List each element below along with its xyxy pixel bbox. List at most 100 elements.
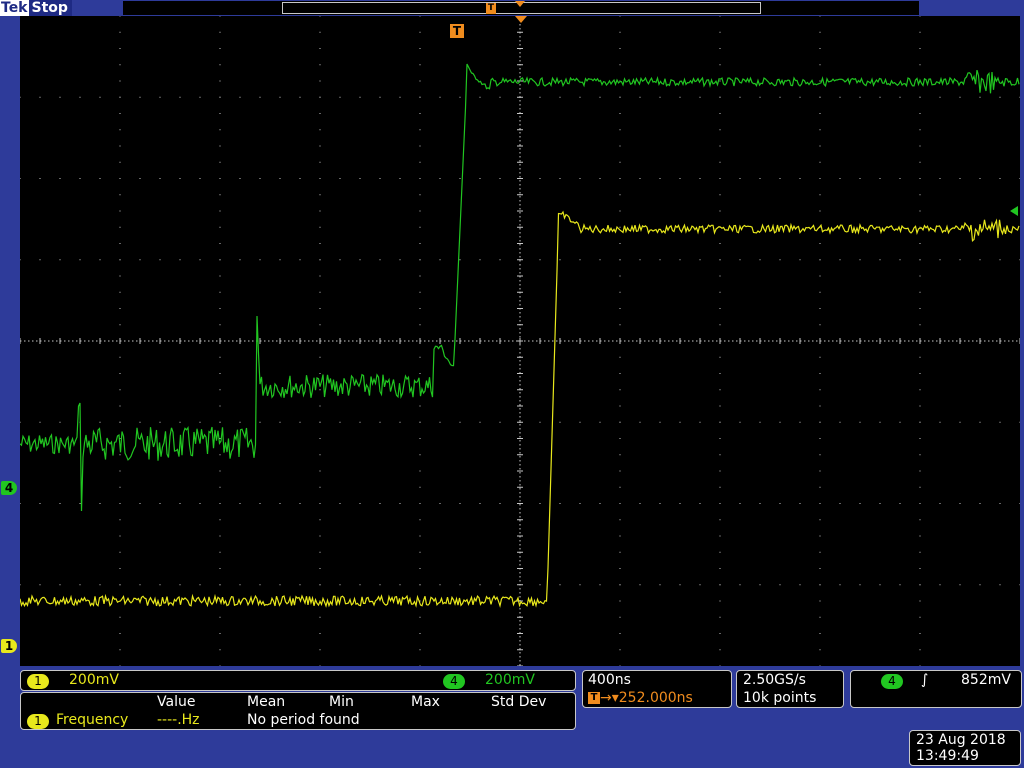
center-axis-dot: [519, 456, 521, 458]
graticule-dot: [879, 178, 881, 179]
graticule-dot: [399, 259, 401, 261]
graticule-dot: [99, 503, 101, 504]
center-axis-dot: [876, 340, 878, 342]
graticule-dot: [719, 291, 721, 293]
meas-name[interactable]: Frequency: [56, 712, 128, 728]
graticule-dot: [319, 226, 321, 228]
center-axis-dot: [352, 340, 354, 342]
graticule-dot: [899, 178, 901, 179]
graticule-dot: [39, 584, 41, 586]
graticule-dot: [119, 64, 121, 66]
center-axis-dot: [864, 340, 866, 342]
center-axis-dot: [519, 68, 521, 70]
acquisition-panel[interactable]: 2.50GS/s 10k points: [736, 670, 844, 708]
graticule-dot: [419, 324, 421, 326]
graticule-dot: [919, 373, 921, 374]
center-axis-dot: [519, 176, 521, 178]
graticule-dot: [919, 519, 921, 521]
horizontal-position[interactable]: T →▾252.000ns: [588, 690, 693, 706]
graticule-dot: [759, 259, 761, 261]
center-axis-dot: [519, 336, 521, 338]
center-axis-dot: [668, 340, 670, 342]
graticule-dot: [539, 178, 541, 179]
ch4-ground-marker[interactable]: 4: [1, 481, 17, 495]
graticule-dot: [39, 178, 41, 179]
graticule-dot: [879, 584, 881, 586]
graticule-dot: [919, 438, 921, 439]
graticule-dot: [719, 210, 721, 212]
graticule-dot: [39, 421, 41, 423]
graticule-dot: [579, 503, 581, 504]
graticule-dot: [219, 649, 221, 651]
ch1-ground-marker[interactable]: 1: [1, 639, 17, 653]
graticule-dot: [619, 551, 621, 553]
graticule-dot: [919, 291, 921, 293]
graticule-dot: [599, 421, 601, 423]
trigger-level[interactable]: 852mV: [961, 672, 1011, 688]
trigger-source-badge[interactable]: 4: [881, 674, 903, 689]
graticule-dot: [59, 96, 61, 98]
graticule-dot: [719, 568, 721, 569]
graticule-dot: [619, 503, 621, 504]
graticule-dot: [619, 145, 621, 147]
center-axis-dot: [52, 340, 54, 342]
graticule-dot: [419, 129, 421, 131]
graticule-dot: [739, 584, 741, 586]
center-axis-dot: [776, 340, 778, 342]
graticule-dot: [219, 503, 221, 504]
center-axis-dot: [519, 316, 521, 318]
graticule-dot: [139, 503, 141, 504]
graticule-dot: [999, 259, 1001, 261]
graticule-dot: [699, 503, 701, 504]
ch4-badge[interactable]: 4: [443, 674, 465, 689]
ch4-scale[interactable]: 200mV: [485, 672, 535, 688]
graticule-dot: [979, 503, 981, 504]
center-axis-dot: [519, 580, 521, 582]
graticule-dot: [719, 48, 721, 49]
ch1-badge[interactable]: 1: [27, 674, 49, 689]
center-axis-dot: [84, 340, 86, 342]
center-axis-dot: [48, 340, 50, 342]
trigger-panel[interactable]: 4 ∫ 852mV: [850, 670, 1022, 708]
graticule-dot: [20, 584, 21, 586]
center-axis-dot: [764, 340, 766, 342]
trigger-point-marker[interactable]: T: [450, 24, 464, 38]
center-axis-dot: [519, 488, 521, 490]
center-axis-dot: [884, 340, 886, 342]
center-axis-dot: [416, 340, 418, 342]
center-axis-dot: [519, 172, 521, 174]
graticule-dot: [39, 259, 41, 261]
graticule-dot: [719, 31, 721, 33]
center-axis-dot: [816, 340, 818, 342]
ch1-scale[interactable]: 200mV: [69, 672, 119, 688]
channel-scale-panel[interactable]: 1 200mV 4 200mV: [20, 670, 576, 691]
graticule-dot: [79, 259, 81, 261]
graticule-dot: [319, 80, 321, 82]
graticule-dot: [79, 178, 81, 179]
graticule-dot: [259, 96, 261, 98]
horizontal-panel[interactable]: 400ns T →▾252.000ns: [582, 670, 732, 708]
graticule-dot: [419, 454, 421, 456]
measurement-panel[interactable]: Value Mean Min Max Std Dev 1 Frequency -…: [20, 692, 576, 730]
trigger-level-arrow[interactable]: [1010, 206, 1018, 216]
center-axis-dot: [844, 340, 846, 342]
graticule-dot: [619, 129, 621, 131]
center-axis-dot: [519, 296, 521, 298]
graticule-dot: [919, 129, 921, 131]
graticule-dot: [119, 129, 121, 131]
trigger-position-arrow[interactable]: [515, 16, 527, 23]
datetime-panel: 23 Aug 2018 13:49:49: [909, 730, 1021, 766]
graticule-dot: [119, 96, 121, 98]
graticule-dot: [99, 96, 101, 98]
graticule-dot: [719, 633, 721, 634]
graticule-dot: [419, 96, 421, 98]
center-axis-dot: [519, 44, 521, 46]
graticule-dot: [379, 178, 381, 179]
graticule-dot: [679, 96, 681, 98]
graticule-dot: [99, 178, 101, 179]
horizontal-scale[interactable]: 400ns: [588, 672, 631, 688]
waveform-display[interactable]: [20, 16, 1020, 666]
graticule-dot: [799, 259, 801, 261]
center-axis-dot: [388, 340, 390, 342]
center-axis-dot: [584, 340, 586, 342]
